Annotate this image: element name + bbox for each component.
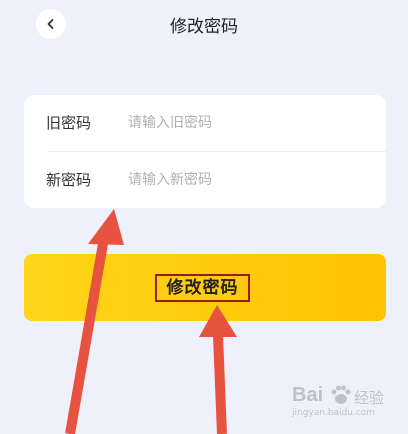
- new-password-row: 新密码: [24, 152, 386, 208]
- password-form-card: 旧密码 新密码: [24, 95, 386, 208]
- header-bar: 修改密码: [0, 0, 408, 48]
- baidu-jingyan-watermark: Bai 经验 jingyan.baidu.com: [292, 380, 404, 424]
- old-password-row: 旧密码: [24, 95, 386, 151]
- watermark-brand: Bai: [292, 384, 324, 406]
- annotation-arrow-to-button: [199, 305, 237, 434]
- old-password-label: 旧密码: [46, 114, 92, 132]
- change-password-button-label: 修改密码: [155, 274, 250, 302]
- annotation-arrow-to-form: [65, 209, 124, 434]
- new-password-input[interactable]: [128, 166, 358, 194]
- old-password-input[interactable]: [128, 109, 358, 137]
- watermark-url: jingyan.baidu.com: [292, 408, 376, 418]
- paw-icon: [331, 385, 351, 404]
- page-title: 修改密码: [170, 17, 238, 37]
- annotation-arrows: [65, 209, 237, 434]
- new-password-label: 新密码: [46, 171, 92, 189]
- watermark-jingyan: 经验: [354, 389, 385, 407]
